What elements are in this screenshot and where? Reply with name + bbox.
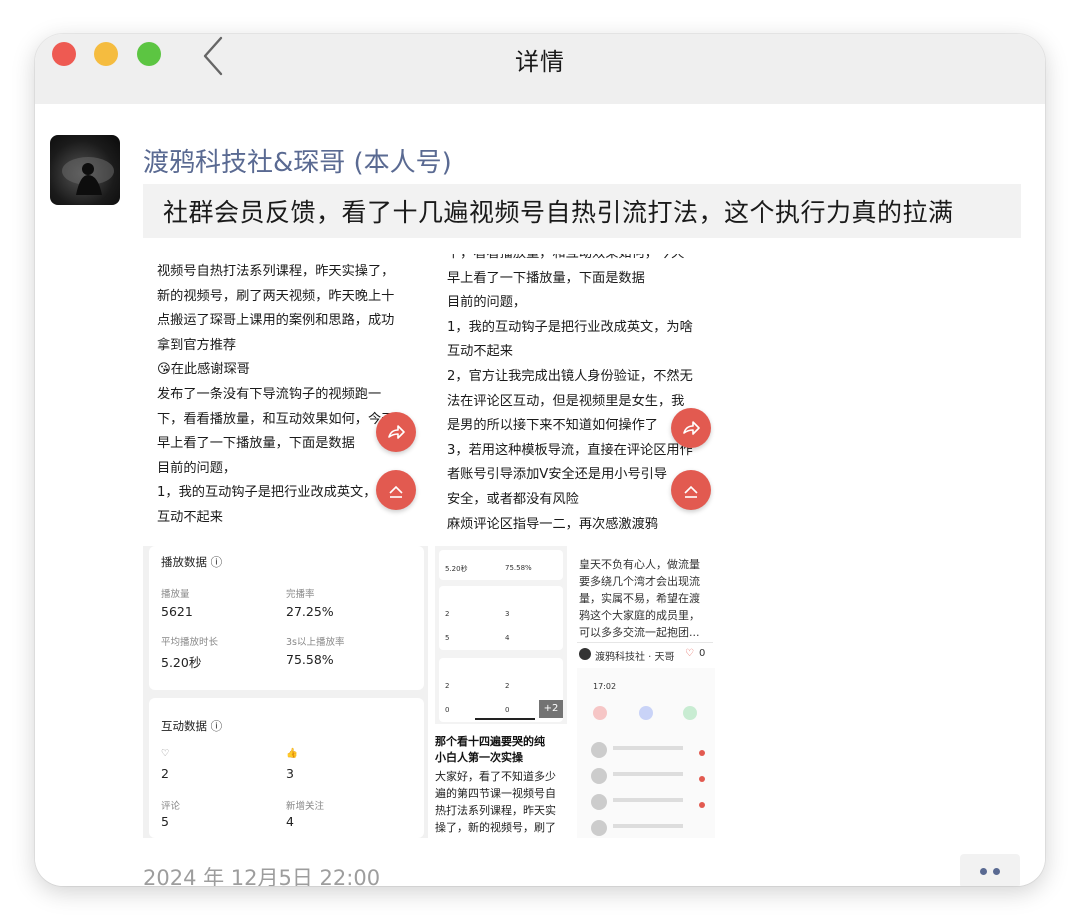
list-line <box>613 746 683 750</box>
mini-value: 0 <box>445 706 450 714</box>
metric-label: 播放量 <box>161 589 190 600</box>
metric-label: 3s以上播放率 <box>286 637 345 648</box>
heart-icon <box>593 706 607 720</box>
list-line <box>613 772 683 776</box>
title-bar: 详情 <box>35 34 1045 104</box>
unread-dot <box>699 802 705 808</box>
mini-value: 5.20秒 <box>445 565 468 573</box>
metric-value: 3 <box>286 766 294 781</box>
metric-label: 完播率 <box>286 589 315 600</box>
mini-card: 2 3 5 4 <box>439 586 563 650</box>
mini-value: 3 <box>505 610 510 618</box>
metric-label: 评论 <box>161 801 181 812</box>
thumbnail-stats: 5.20秒 75.58% 2 3 5 4 2 2 0 0 +2 <box>435 546 567 724</box>
message-icon <box>683 706 697 720</box>
comment-avatar <box>579 648 591 660</box>
unread-dot <box>699 750 705 756</box>
share-button[interactable] <box>671 408 711 448</box>
mini-value: 2 <box>445 682 450 690</box>
user-icon <box>639 706 653 720</box>
mini-value: 4 <box>505 634 510 642</box>
heart-icon: ♡ <box>161 748 170 759</box>
page-title: 详情 <box>515 48 565 76</box>
metric-value: 27.25% <box>286 604 334 619</box>
dot-icon <box>980 868 987 875</box>
phone-time: 17:02 <box>593 682 617 691</box>
share-icon <box>683 421 700 435</box>
post-text-block: 社群会员反馈，看了十几遍视频号自热引流打法，这个执行力真的拉满 <box>143 184 1021 238</box>
play-data-card: 播放数据 ⓘ 播放量 5621 完播率 27.25% 平均播放时长 5.20秒 … <box>149 546 424 690</box>
list-line <box>613 824 683 828</box>
post-detail: 渡鸦科技社&琛哥 (本人号) 社群会员反馈，看了十几遍视频号自热引流打法，这个执… <box>35 104 1045 886</box>
post-text: 社群会员反馈，看了十几遍视频号自热引流打法，这个执行力真的拉满 <box>163 198 954 227</box>
metric-value: 5621 <box>161 604 193 619</box>
unread-dot <box>699 776 705 782</box>
author-name[interactable]: 渡鸦科技社&琛哥 (本人号) <box>143 142 452 179</box>
interaction-data-card: 互动数据 ⓘ ♡ 2 👍 3 评论 5 新增关注 4 <box>149 698 424 838</box>
mini-value: 0 <box>505 706 510 714</box>
more-options-button[interactable] <box>960 854 1020 886</box>
metric-value: 75.58% <box>286 652 334 667</box>
chevron-up-icon <box>684 485 698 498</box>
mini-card: 5.20秒 75.58% <box>439 550 563 580</box>
dot-icon <box>993 868 1000 875</box>
metric-label: 新增关注 <box>286 801 325 812</box>
post-timestamp: 2024 年 12月5日 22:00 <box>143 866 381 886</box>
mini-value: 5 <box>445 634 450 642</box>
list-line <box>613 798 683 802</box>
comment-author: 渡鸦科技社 · 天哥 <box>595 652 675 663</box>
play-data-title: 播放数据 ⓘ <box>161 555 223 569</box>
post-image-2[interactable]: 下，看看播放量，和互动效果如何，今天 早上看了一下播放量，下面是数据 目前的问题… <box>433 254 715 546</box>
interaction-data-title: 互动数据 ⓘ <box>161 719 223 733</box>
more-images-badge: +2 <box>539 700 563 718</box>
like-icon[interactable]: ♡ <box>685 648 694 659</box>
metric-value: 5 <box>161 814 169 829</box>
metric-value: 5.20秒 <box>161 655 202 670</box>
app-window: 详情 渡鸦科技社&琛哥 (本人号) 社群会员反馈，看了十几遍视频号自热引流打法，… <box>35 34 1045 886</box>
mini-value: 2 <box>445 610 450 618</box>
metric-value: 2 <box>161 766 169 781</box>
post-image-1[interactable]: 视频号自热打法系列课程，昨天实操了， 新的视频号，刷了两天视频，昨天晚上十 点搬… <box>143 254 428 546</box>
article-title: 那个看十四遍要哭的纯 小白人第一次实操 <box>435 735 545 764</box>
avatar[interactable] <box>50 135 120 205</box>
mini-value: 75.58% <box>505 564 532 572</box>
list-avatar <box>591 742 607 758</box>
article-body: 大家好，看了不知道多少 遍的第四节课一视频号自 热打法系列课程，昨天实 操了，新… <box>435 770 556 834</box>
post-image-3[interactable]: 播放数据 ⓘ 播放量 5621 完播率 27.25% 平均播放时长 5.20秒 … <box>143 546 428 838</box>
scroll-top-button[interactable] <box>376 470 416 510</box>
thumbs-up-icon: 👍 <box>286 748 298 759</box>
list-avatar <box>591 794 607 810</box>
metric-label: 平均播放时长 <box>161 637 219 648</box>
metric-value: 4 <box>286 814 294 829</box>
home-indicator <box>475 718 535 720</box>
list-avatar <box>591 820 607 836</box>
like-count: 0 <box>699 648 706 659</box>
scroll-top-button[interactable] <box>671 470 711 510</box>
share-icon <box>388 425 405 439</box>
post-image-4[interactable]: 5.20秒 75.58% 2 3 5 4 2 2 0 0 +2 那个看十四遍要哭… <box>433 546 715 838</box>
thumbnail-phone: 17:02 <box>577 668 715 838</box>
list-avatar <box>591 768 607 784</box>
divider <box>577 642 713 643</box>
share-button[interactable] <box>376 412 416 452</box>
comment-text: 皇天不负有心人，做流量 要多绕几个湾才会出现流 量，实属不易，希望在渡 鸦这个大… <box>579 558 700 639</box>
chevron-up-icon <box>389 485 403 498</box>
mini-value: 2 <box>505 682 510 690</box>
